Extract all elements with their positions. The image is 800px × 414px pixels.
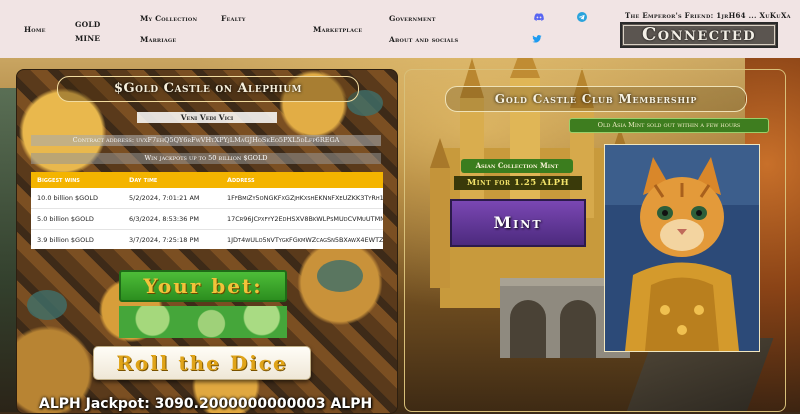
nav-about-socials[interactable]: About and socials [389, 35, 458, 44]
discord-icon[interactable] [534, 12, 544, 22]
nav-marketplace[interactable]: Marketplace [313, 25, 362, 34]
biggest-wins-table: Biggest wins Day time Address 10.0 billi… [31, 172, 383, 249]
header-day-time: Day time [129, 176, 158, 184]
membership-title: Gold Castle Club Membership [445, 86, 747, 112]
win-address: 17Cr96JCpxfyY2EdHSXV8BkWLPsMUdCVMuUTMMvm… [227, 215, 383, 223]
nav-government[interactable]: Government [389, 14, 436, 23]
nav-my-collection[interactable]: My Collection [140, 14, 197, 23]
table-header: Biggest wins Day time Address [31, 172, 383, 188]
panel-title: $Gold Castle on Alephium [57, 76, 359, 102]
decor-leaf [27, 290, 67, 320]
account-friend-label: The Emperor's Friend: 1jrH64 ... XuKuXa [625, 11, 791, 20]
bet-label: Your bet: [119, 270, 287, 302]
contract-address: Contract address: uvxF7ehQ5QY6rFwVHtXPYj… [31, 135, 381, 146]
nav-marriage[interactable]: Marriage [140, 35, 176, 44]
win-amount: 5.0 billion $GOLD [37, 215, 94, 223]
win-time: 5/2/2024, 7:01:21 AM [129, 194, 200, 202]
win-amount: 3.9 billion $GOLD [37, 236, 94, 244]
win-time: 6/3/2024, 8:53:36 PM [129, 215, 199, 223]
bet-input[interactable] [119, 306, 287, 338]
alph-jackpot-text: ALPH Jackpot: 3090.2000000000003 ALPH [39, 396, 373, 412]
dice-game-panel: $Gold Castle on Alephium Veni Vedi Vici … [16, 69, 398, 414]
decor-leaf [317, 260, 363, 292]
nft-cat-image [604, 144, 760, 352]
nav-gold-mine[interactable]: GOLD MINE [75, 18, 101, 46]
telegram-icon[interactable] [577, 12, 587, 22]
win-amount: 10.0 billion $GOLD [37, 194, 98, 202]
nav-fealty[interactable]: Fealty [221, 14, 246, 23]
win-address: 1JDt4wULo5nVTygkFGkmWZcagSn5BXawX4EWTZmf… [227, 236, 383, 244]
top-navbar: Home GOLD MINE My Collection Fealty Marr… [0, 0, 800, 59]
nav-home[interactable]: Home [24, 25, 46, 34]
mint-price-label: Mint for 1.25 ALPH [454, 176, 582, 190]
table-row: 3.9 billion $GOLD 3/7/2024, 7:25:18 PM 1… [31, 230, 383, 249]
roll-dice-button[interactable]: Roll the Dice [93, 346, 311, 380]
header-biggest-wins: Biggest wins [37, 176, 80, 184]
soldout-badge: Old Asia Mint sold out within a few hour… [569, 118, 769, 133]
mint-collection-label: Asian Collection Mint [461, 159, 573, 173]
motto-text: Veni Vedi Vici [137, 112, 277, 123]
win-address: 1FfBmiZy5oNGKFxGZjhKxshEKNnFXeUZKK3TyRh1… [227, 194, 383, 202]
cat-knight-illustration [605, 145, 759, 351]
twitter-icon[interactable] [532, 34, 542, 44]
header-address: Address [227, 176, 255, 184]
win-time: 3/7/2024, 7:25:18 PM [129, 236, 199, 244]
table-row: 5.0 billion $GOLD 6/3/2024, 8:53:36 PM 1… [31, 209, 383, 230]
mint-button[interactable]: Mint [450, 199, 586, 247]
connect-wallet-button[interactable]: Connected [620, 22, 778, 48]
table-row: 10.0 billion $GOLD 5/2/2024, 7:01:21 AM … [31, 188, 383, 209]
jackpot-note: Win jackpots up to 50 billion $GOLD [31, 153, 381, 164]
